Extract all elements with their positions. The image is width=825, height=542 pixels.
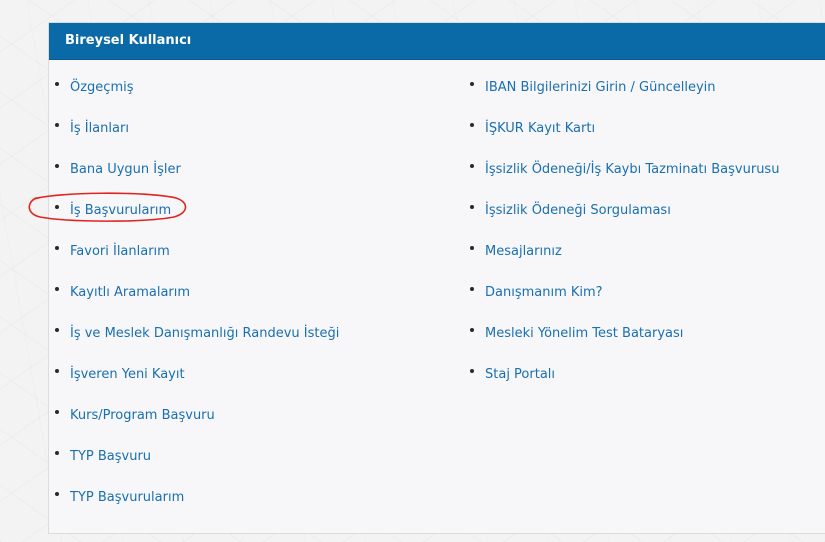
link-staj-portali[interactable]: Staj Portalı xyxy=(485,367,555,382)
link-danismanim-kim[interactable]: Danışmanım Kim? xyxy=(485,285,603,300)
link-mesajlariniz[interactable]: Mesajlarınız xyxy=(485,244,562,259)
list-item: İŞKUR Kayıt Kartı xyxy=(469,117,779,158)
list-item: IBAN Bilgilerinizi Girin / Güncelleyin xyxy=(469,76,779,117)
list-item: Bana Uygun İşler xyxy=(54,158,339,199)
list-item: İşsizlik Ödeneği/İş Kaybı Tazminatı Başv… xyxy=(469,158,779,199)
bullet-icon xyxy=(470,82,474,86)
link-favori-ilanlarim[interactable]: Favori İlanlarım xyxy=(70,244,170,259)
list-item: Staj Portalı xyxy=(469,363,779,404)
link-typ-basvuru[interactable]: TYP Başvuru xyxy=(70,449,151,464)
bullet-icon xyxy=(470,123,474,127)
list-item: Mesleki Yönelim Test Bataryası xyxy=(469,322,779,363)
bullet-icon xyxy=(55,451,59,455)
list-item: Kurs/Program Başvuru xyxy=(54,404,339,445)
panel-title: Bireysel Kullanıcı xyxy=(65,33,192,48)
list-item: İş Başvurularım xyxy=(54,199,339,240)
right-link-list: IBAN Bilgilerinizi Girin / Güncelleyin İ… xyxy=(469,76,779,404)
list-item: İş İlanları xyxy=(54,117,339,158)
link-mesleki-yonelim-test[interactable]: Mesleki Yönelim Test Bataryası xyxy=(485,326,683,341)
bullet-icon xyxy=(55,246,59,250)
bullet-icon xyxy=(470,369,474,373)
bullet-icon xyxy=(470,246,474,250)
bullet-icon xyxy=(55,287,59,291)
link-is-ilanlari[interactable]: İş İlanları xyxy=(70,121,129,136)
bullet-icon xyxy=(55,205,59,209)
link-is-basvurularim[interactable]: İş Başvurularım xyxy=(70,203,171,218)
individual-user-panel: Bireysel Kullanıcı Özgeçmiş İş İlanları … xyxy=(48,22,825,534)
bullet-icon xyxy=(55,369,59,373)
link-kurs-program-basvuru[interactable]: Kurs/Program Başvuru xyxy=(70,408,215,423)
link-iskur-kayit-karti[interactable]: İŞKUR Kayıt Kartı xyxy=(485,121,595,136)
bullet-icon xyxy=(470,287,474,291)
link-randevu-istegi[interactable]: İş ve Meslek Danışmanlığı Randevu İsteği xyxy=(70,326,339,341)
left-link-list: Özgeçmiş İş İlanları Bana Uygun İşler İş… xyxy=(54,76,339,527)
panel-header: Bireysel Kullanıcı xyxy=(49,23,825,60)
link-typ-basvurularim[interactable]: TYP Başvurularım xyxy=(70,490,184,505)
link-issizlik-odenegi-basvurusu[interactable]: İşsizlik Ödeneği/İş Kaybı Tazminatı Başv… xyxy=(485,162,779,177)
list-item: Mesajlarınız xyxy=(469,240,779,281)
bullet-icon xyxy=(55,492,59,496)
list-item: İş ve Meslek Danışmanlığı Randevu İsteği xyxy=(54,322,339,363)
bullet-icon xyxy=(55,82,59,86)
list-item: İşsizlik Ödeneği Sorgulaması xyxy=(469,199,779,240)
bullet-icon xyxy=(55,410,59,414)
link-ozgecmis[interactable]: Özgeçmiş xyxy=(70,80,134,95)
list-item: TYP Başvurularım xyxy=(54,486,339,527)
link-isveren-yeni-kayit[interactable]: İşveren Yeni Kayıt xyxy=(70,367,185,382)
bullet-icon xyxy=(55,328,59,332)
link-kayitli-aramalarim[interactable]: Kayıtlı Aramalarım xyxy=(70,285,190,300)
link-bana-uygun-isler[interactable]: Bana Uygun İşler xyxy=(70,162,181,177)
bullet-icon xyxy=(470,328,474,332)
list-item: TYP Başvuru xyxy=(54,445,339,486)
list-item: Özgeçmiş xyxy=(54,76,339,117)
bullet-icon xyxy=(55,164,59,168)
bullet-icon xyxy=(470,164,474,168)
link-issizlik-odenegi-sorgulamasi[interactable]: İşsizlik Ödeneği Sorgulaması xyxy=(485,203,671,218)
link-iban-bilgileri[interactable]: IBAN Bilgilerinizi Girin / Güncelleyin xyxy=(485,80,715,95)
bullet-icon xyxy=(470,205,474,209)
list-item: Favori İlanlarım xyxy=(54,240,339,281)
list-item: Danışmanım Kim? xyxy=(469,281,779,322)
list-item: Kayıtlı Aramalarım xyxy=(54,281,339,322)
bullet-icon xyxy=(55,123,59,127)
list-item: İşveren Yeni Kayıt xyxy=(54,363,339,404)
